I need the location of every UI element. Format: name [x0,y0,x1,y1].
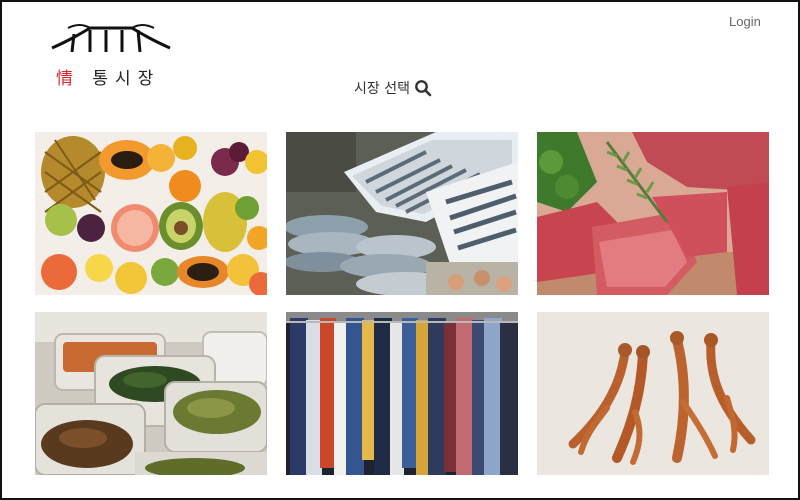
category-ginseng[interactable] [537,312,769,475]
logo-text: 情 통시장 [56,69,160,89]
ginseng-photo [537,312,769,475]
category-clothing[interactable] [286,312,518,475]
meat-photo [537,132,769,295]
market-logo[interactable]: 情 통시장 [50,18,172,89]
market-select-button[interactable]: 시장 선택 [354,78,432,98]
banchan-photo [35,312,267,475]
fish-photo [286,132,518,295]
login-link[interactable]: Login [729,14,761,29]
hanok-roof-icon [51,24,171,53]
category-fruits[interactable] [35,132,267,295]
category-side-dishes[interactable] [35,312,267,475]
fruit-photo [35,132,267,295]
market-select-label: 시장 선택 [354,81,410,97]
category-seafood[interactable] [286,132,518,295]
search-icon [415,80,432,97]
logo-red-char: 情 [56,69,80,89]
category-meat[interactable] [537,132,769,295]
logo-rest-text: 통시장 [80,69,161,89]
clothing-photo [286,312,518,475]
